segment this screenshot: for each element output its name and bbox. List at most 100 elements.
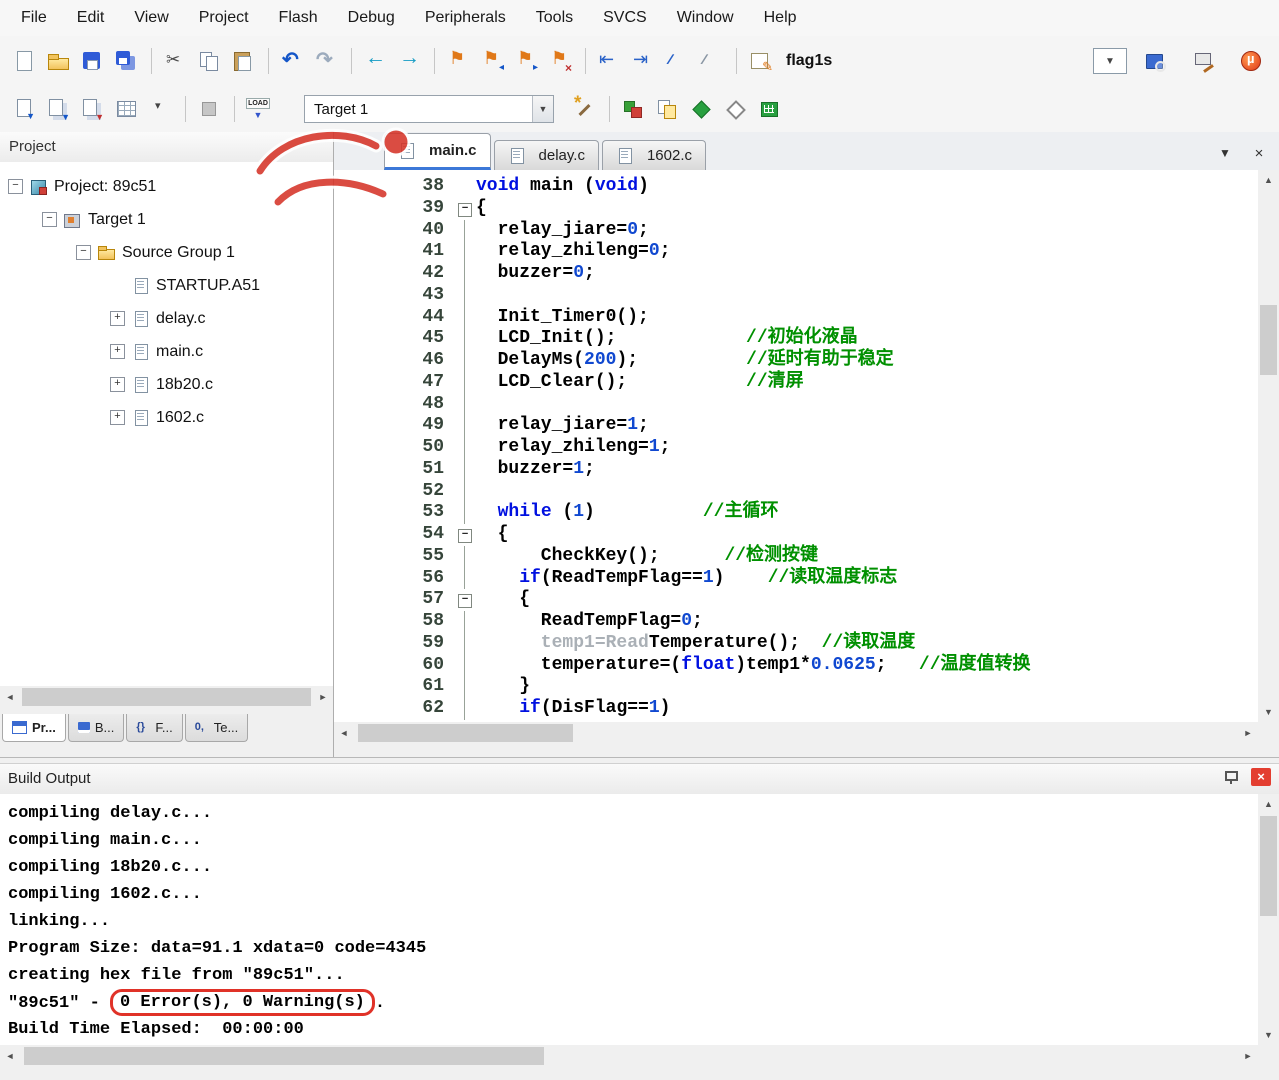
scrollbar-thumb[interactable]: [358, 724, 573, 742]
code-line-50[interactable]: 50 relay_zhileng=1;: [368, 437, 1258, 459]
code-line-47[interactable]: 47 LCD_Clear(); //清屏: [368, 372, 1258, 394]
code-line-38[interactable]: 38void main (void): [368, 176, 1258, 198]
tree-item-source-group-1[interactable]: −Source Group 1: [0, 236, 333, 269]
rebuild-button[interactable]: [76, 94, 108, 124]
window-list-button[interactable]: ▼: [1215, 143, 1235, 163]
menu-item-tools[interactable]: Tools: [521, 0, 588, 36]
flag-expression-label[interactable]: flag1s: [786, 52, 832, 70]
code-line-52[interactable]: 52: [368, 481, 1258, 503]
scroll-down-button[interactable]: ▼: [1259, 1025, 1279, 1045]
scroll-down-button[interactable]: ▼: [1259, 702, 1279, 722]
scroll-left-button[interactable]: ◄: [0, 1046, 20, 1066]
copy-button[interactable]: [193, 46, 225, 76]
menu-item-file[interactable]: File: [6, 0, 62, 36]
stop-build-button[interactable]: [193, 94, 225, 124]
pin-icon[interactable]: [1223, 769, 1239, 785]
scroll-left-button[interactable]: ◄: [334, 723, 354, 743]
redo-button[interactable]: [310, 46, 342, 76]
bookmark-toggle-button[interactable]: [442, 46, 474, 76]
collapse-icon[interactable]: −: [8, 179, 23, 194]
nav-forward-button[interactable]: [393, 46, 425, 76]
collapse-icon[interactable]: −: [42, 212, 57, 227]
expand-icon[interactable]: +: [110, 311, 125, 326]
new-file-button[interactable]: [8, 46, 40, 76]
project-tree[interactable]: −Project: 89c51−Target 1−Source Group 1S…: [0, 162, 333, 694]
code-line-53[interactable]: 53 while (1) //主循环: [368, 502, 1258, 524]
build-button[interactable]: [42, 94, 74, 124]
code-line-57[interactable]: 57− {: [368, 589, 1258, 611]
build-output-hscrollbar[interactable]: ◄ ►: [0, 1045, 1258, 1067]
scrollbar-track[interactable]: [20, 686, 313, 708]
tree-item-main-c[interactable]: +main.c: [0, 335, 333, 368]
batch-build-arrow-button[interactable]: [144, 94, 176, 124]
code-line-56[interactable]: 56 if(ReadTempFlag==1) //读取温度标志: [368, 568, 1258, 590]
menu-item-debug[interactable]: Debug: [333, 0, 410, 36]
chevron-down-icon[interactable]: ▼: [532, 96, 553, 122]
scroll-up-button[interactable]: ▲: [1259, 170, 1279, 190]
select-packs-button[interactable]: [719, 94, 751, 124]
fold-collapse-icon[interactable]: −: [458, 594, 472, 608]
editor-tab-main-c[interactable]: main.c: [384, 133, 491, 170]
configure-tools-button[interactable]: [1187, 46, 1219, 76]
scroll-up-button[interactable]: ▲: [1259, 794, 1279, 814]
code-line-39[interactable]: 39−{: [368, 198, 1258, 220]
file-extensions-button[interactable]: [651, 94, 683, 124]
expand-icon[interactable]: +: [110, 377, 125, 392]
uncomment-button[interactable]: [695, 46, 727, 76]
indent-left-button[interactable]: [593, 46, 625, 76]
runtime-environment-button[interactable]: [753, 94, 785, 124]
translate-button[interactable]: [8, 94, 40, 124]
uvision-logo-button[interactable]: [1235, 46, 1267, 76]
code-line-46[interactable]: 46 DelayMs(200); //延时有助于稳定: [368, 350, 1258, 372]
menu-item-window[interactable]: Window: [662, 0, 749, 36]
code-line-45[interactable]: 45 LCD_Init(); //初始化液晶: [368, 328, 1258, 350]
expression-combo[interactable]: ▼: [1093, 48, 1127, 74]
menu-item-help[interactable]: Help: [749, 0, 812, 36]
target-select-combo[interactable]: Target 1 ▼: [304, 95, 554, 123]
scroll-right-button[interactable]: ►: [1238, 1046, 1258, 1066]
panel-tab-b[interactable]: B...: [68, 714, 125, 742]
tree-item-startup-a51[interactable]: STARTUP.A51: [0, 269, 333, 302]
scrollbar-track[interactable]: [354, 722, 1238, 744]
menu-item-svcs[interactable]: SVCS: [588, 0, 662, 36]
build-output-lines[interactable]: compiling delay.c...compiling main.c...c…: [0, 794, 1258, 1051]
menu-item-peripherals[interactable]: Peripherals: [410, 0, 521, 36]
open-file-button[interactable]: [42, 46, 74, 76]
code-line-42[interactable]: 42 buzzer=0;: [368, 263, 1258, 285]
bookmark-clear-button[interactable]: [544, 46, 576, 76]
panel-tab-pr[interactable]: Pr...: [2, 714, 66, 742]
editor-vscrollbar[interactable]: ▲ ▼: [1258, 170, 1279, 722]
pack-installer-button[interactable]: [685, 94, 717, 124]
tree-item-project-89c51[interactable]: −Project: 89c51: [0, 170, 333, 203]
scrollbar-thumb[interactable]: [24, 1047, 544, 1065]
comment-button[interactable]: [661, 46, 693, 76]
expand-icon[interactable]: +: [110, 410, 125, 425]
save-all-button[interactable]: [110, 46, 142, 76]
target-options-button[interactable]: [568, 94, 600, 124]
editor-hscrollbar[interactable]: ◄ ►: [334, 722, 1258, 744]
code-line-40[interactable]: 40 relay_jiare=0;: [368, 220, 1258, 242]
code-line-55[interactable]: 55 CheckKey(); //检测按键: [368, 546, 1258, 568]
code-line-43[interactable]: 43: [368, 285, 1258, 307]
nav-back-button[interactable]: [359, 46, 391, 76]
editor-tab-delay-c[interactable]: delay.c: [494, 140, 599, 170]
bookmark-prev-button[interactable]: [476, 46, 508, 76]
fold-collapse-icon[interactable]: −: [458, 203, 472, 217]
code-line-44[interactable]: 44 Init_Timer0();: [368, 307, 1258, 329]
breakpoint-config-button[interactable]: [744, 46, 776, 76]
scrollbar-track[interactable]: [1258, 814, 1279, 1025]
code-line-49[interactable]: 49 relay_jiare=1;: [368, 415, 1258, 437]
code-line-48[interactable]: 48: [368, 394, 1258, 416]
expand-icon[interactable]: +: [110, 344, 125, 359]
scrollbar-thumb[interactable]: [1260, 816, 1277, 916]
menu-item-project[interactable]: Project: [184, 0, 264, 36]
code-line-62[interactable]: 62 if(DisFlag==1): [368, 698, 1258, 720]
code-line-59[interactable]: 59 temp1=ReadTemperature(); //读取温度: [368, 633, 1258, 655]
download-flash-button[interactable]: [242, 94, 274, 124]
project-hscrollbar[interactable]: ◄ ►: [0, 686, 333, 708]
code-line-54[interactable]: 54− {: [368, 524, 1258, 546]
tree-item-target-1[interactable]: −Target 1: [0, 203, 333, 236]
scrollbar-thumb[interactable]: [22, 688, 311, 706]
bookmark-next-button[interactable]: [510, 46, 542, 76]
code-line-41[interactable]: 41 relay_zhileng=0;: [368, 241, 1258, 263]
